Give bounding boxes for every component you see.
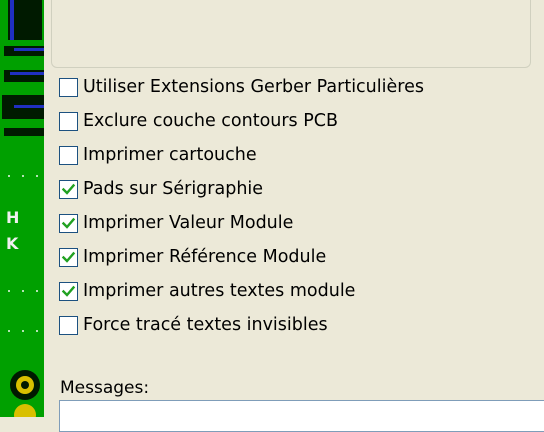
option-print-title-block[interactable]: Imprimer cartouche xyxy=(59,142,499,168)
option-label: Imprimer cartouche xyxy=(83,145,257,165)
option-force-invisible-texts[interactable]: Force tracé textes invisibles xyxy=(59,312,499,338)
checkmark-icon xyxy=(61,217,76,229)
option-gerber-extensions[interactable]: Utiliser Extensions Gerber Particulières xyxy=(59,74,499,100)
checkmark-icon xyxy=(61,183,76,195)
checkbox[interactable] xyxy=(59,145,78,165)
option-pads-on-silkscreen[interactable]: Pads sur Sérigraphie xyxy=(59,176,499,202)
checkbox[interactable] xyxy=(59,77,78,97)
option-print-module-reference[interactable]: Imprimer Référence Module xyxy=(59,244,499,270)
checkbox[interactable] xyxy=(59,281,78,301)
checkmark-icon xyxy=(61,251,76,263)
options-groupbox xyxy=(51,0,531,68)
option-label: Exclure couche contours PCB xyxy=(83,111,339,131)
option-label: Imprimer Valeur Module xyxy=(83,213,294,233)
checkbox[interactable] xyxy=(59,315,78,335)
plot-options-panel: Utiliser Extensions Gerber Particulières… xyxy=(44,0,544,432)
option-label: Pads sur Sérigraphie xyxy=(83,179,264,199)
option-label: Force tracé textes invisibles xyxy=(83,315,328,335)
checkbox[interactable] xyxy=(59,111,78,131)
messages-label: Messages: xyxy=(60,378,150,398)
option-label: Imprimer autres textes module xyxy=(83,281,356,301)
checkbox[interactable] xyxy=(59,179,78,199)
option-print-other-module-texts[interactable]: Imprimer autres textes module xyxy=(59,278,499,304)
option-label: Utiliser Extensions Gerber Particulières xyxy=(83,77,424,97)
messages-textarea[interactable] xyxy=(59,400,544,432)
pcb-canvas-strip: H K xyxy=(0,0,44,417)
option-exclude-pcb-edges[interactable]: Exclure couche contours PCB xyxy=(59,108,499,134)
option-print-module-value[interactable]: Imprimer Valeur Module xyxy=(59,210,499,236)
checkmark-icon xyxy=(61,285,76,297)
option-label: Imprimer Référence Module xyxy=(83,247,327,267)
checkbox[interactable] xyxy=(59,213,78,233)
checkbox[interactable] xyxy=(59,247,78,267)
